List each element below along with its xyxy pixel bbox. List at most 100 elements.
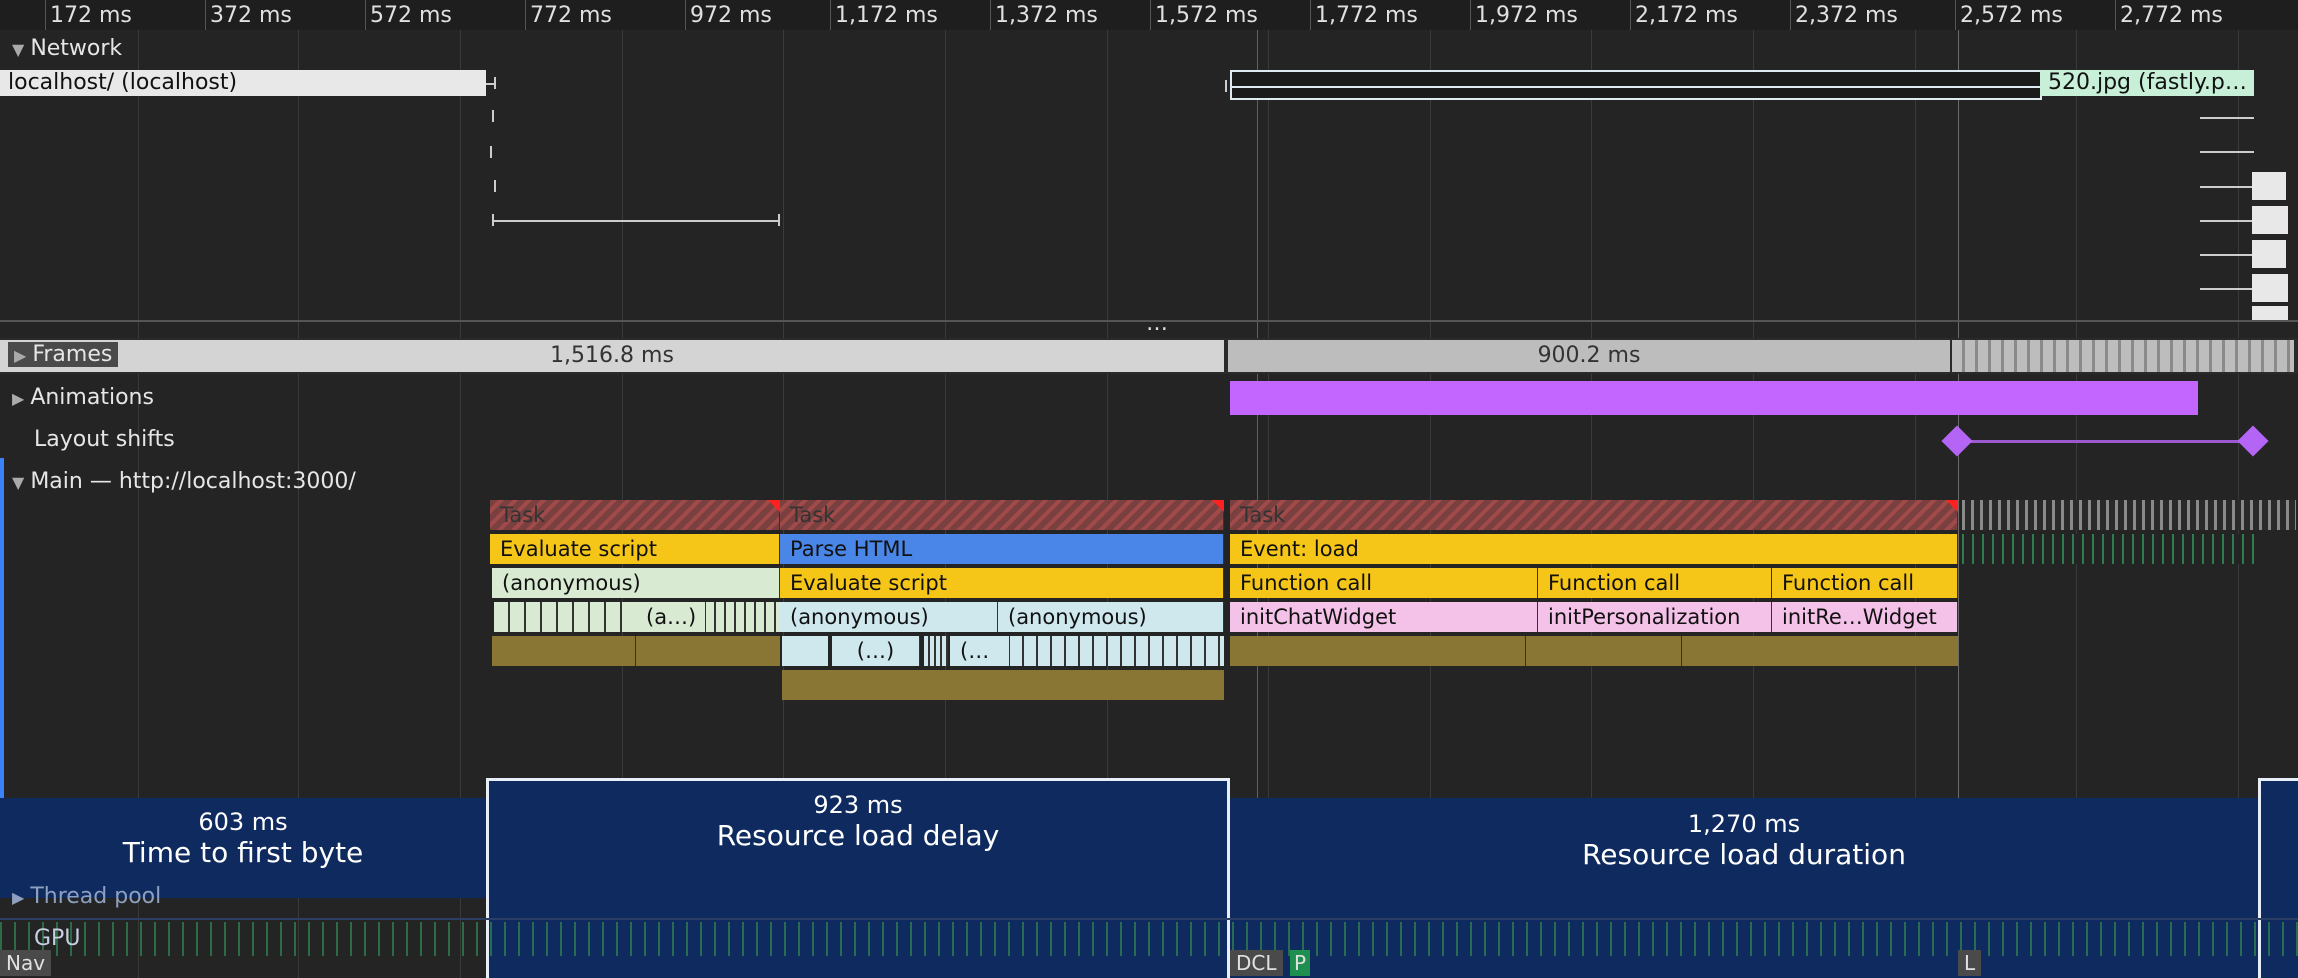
ruler-tick: 1,972 ms [1470, 0, 1578, 30]
flame-leaf[interactable] [782, 670, 1224, 700]
lcp-phase-ttfb[interactable]: 603 ms Time to first byte [0, 798, 486, 898]
network-request-small[interactable] [2252, 306, 2288, 320]
network-request-small[interactable] [2252, 172, 2286, 200]
flame-init-re-widget[interactable]: initRe…Widget [1772, 602, 1958, 632]
ruler-tick-label: 772 ms [530, 3, 612, 28]
main-track-header[interactable]: ▼ Main — http://localhost:3000/ [12, 469, 356, 494]
flame-small-calls[interactable] [706, 602, 780, 632]
flame-function-call[interactable]: Function call [1230, 568, 1538, 598]
ruler-tick: 772 ms [525, 0, 612, 30]
frames-track-header[interactable]: ▶ Frames [8, 342, 119, 367]
request-whisker [1230, 86, 2042, 88]
request-endcap [492, 214, 494, 226]
layout-shift-marker[interactable] [1941, 425, 1973, 457]
network-track-header[interactable]: ▼ Network [12, 36, 122, 61]
network-request-localhost[interactable]: localhost/ (localhost) [0, 70, 486, 96]
ruler-tick-label: 1,772 ms [1315, 3, 1418, 28]
request-whisker [2200, 151, 2254, 153]
expand-triangle-icon: ▶ [12, 389, 25, 408]
flame-init-chat-widget[interactable]: initChatWidget [1230, 602, 1538, 632]
network-request-small[interactable] [2252, 240, 2286, 268]
expand-triangle-icon: ▼ [12, 473, 25, 492]
network-request-image-queue[interactable] [1230, 70, 2042, 100]
flame-task-small[interactable] [1962, 500, 2296, 530]
request-whisker [2200, 254, 2254, 256]
layout-shift-cluster-line [1958, 440, 2254, 443]
layout-shifts-track-label[interactable]: Layout shifts [34, 427, 175, 452]
animation-bar[interactable] [1230, 381, 2198, 415]
thread-pool-track-header[interactable]: ▶ Thread pool [12, 884, 161, 909]
flame-task[interactable]: Task [1230, 500, 1958, 530]
flame-small-calls[interactable] [1010, 636, 1224, 666]
flame-leaf[interactable] [782, 636, 828, 666]
long-task-flag-icon [1946, 500, 1958, 512]
flame-event-load[interactable]: Event: load [1230, 534, 1958, 564]
ruler-tick: 2,172 ms [1630, 0, 1738, 30]
flame-anonymous[interactable]: (anonymous) [780, 602, 998, 632]
frame-bars-short[interactable] [1952, 340, 2294, 372]
ruler-tick-label: 572 ms [370, 3, 452, 28]
flame-evaluate-script[interactable]: Evaluate script [490, 534, 780, 564]
ruler-tick: 2,772 ms [2115, 0, 2223, 30]
ruler-tick: 372 ms [205, 0, 292, 30]
layout-shift-marker[interactable] [2237, 425, 2269, 457]
request-endcap [778, 214, 780, 226]
flame-evaluate-script[interactable]: Evaluate script [780, 568, 1224, 598]
flame-function-call[interactable]: Function call [1772, 568, 1958, 598]
ruler-tick-label: 1,572 ms [1155, 3, 1258, 28]
flame-leaf[interactable] [492, 636, 636, 666]
request-whisker [2200, 117, 2254, 119]
ruler-tick: 2,372 ms [1790, 0, 1898, 30]
paint-marker[interactable]: P [1290, 950, 1311, 976]
network-request-small[interactable] [2252, 274, 2288, 302]
flame-init-personalization[interactable]: initPersonalization [1538, 602, 1772, 632]
frame-bar-1[interactable]: 1,516.8 ms [0, 340, 1224, 372]
ruler-tick-label: 1,172 ms [835, 3, 938, 28]
flame-anonymous-short[interactable]: (a…) [636, 602, 706, 632]
load-marker[interactable]: L [1958, 950, 1982, 976]
ruler-tick: 1,372 ms [990, 0, 1098, 30]
resize-handle[interactable]: … [1146, 313, 1168, 335]
lcp-phase-label: Time to first byte [122, 836, 364, 869]
gpu-activity[interactable] [0, 922, 2298, 956]
time-ruler[interactable]: 172 ms 372 ms 572 ms 772 ms 972 ms 1,172… [0, 0, 2298, 30]
flame-task[interactable]: Task [780, 500, 1224, 530]
dcl-marker[interactable]: DCL [1230, 950, 1283, 976]
network-track-label: Network [30, 36, 123, 61]
ruler-tick-label: 1,972 ms [1475, 3, 1578, 28]
flame-parse-html[interactable]: Parse HTML [780, 534, 1224, 564]
expand-triangle-icon: ▼ [12, 40, 25, 59]
flame-small-calls[interactable] [924, 636, 948, 666]
flame-anonymous[interactable]: (anonymous) [998, 602, 1224, 632]
request-whisker [2200, 288, 2254, 290]
flame-paren-call[interactable]: (…) [832, 636, 920, 666]
frames-track-label: Frames [32, 342, 113, 367]
request-endcap [490, 146, 492, 158]
ruler-tick-label: 2,572 ms [1960, 3, 2063, 28]
flame-task[interactable]: Task [490, 500, 780, 530]
expand-triangle-icon: ▶ [12, 888, 25, 907]
main-track-selection-bar [0, 458, 4, 798]
frame-bar-2[interactable]: 900.2 ms [1228, 340, 1950, 372]
flame-leaf[interactable] [1682, 636, 1958, 666]
flame-paren-call[interactable]: (… [950, 636, 1010, 666]
flame-small-calls[interactable] [1962, 534, 2262, 564]
flame-function-call[interactable]: Function call [1538, 568, 1772, 598]
ruler-tick: 2,572 ms [1955, 0, 2063, 30]
flame-small-calls[interactable] [494, 602, 636, 632]
nav-marker[interactable]: Nav [0, 950, 52, 976]
flame-leaf[interactable] [636, 636, 780, 666]
flame-leaf[interactable] [1526, 636, 1682, 666]
thread-pool-track-label: Thread pool [30, 884, 162, 909]
network-request-small[interactable] [2252, 206, 2288, 234]
ruler-tick: 172 ms [45, 0, 132, 30]
flame-leaf[interactable] [1230, 636, 1526, 666]
track-divider [0, 918, 2298, 920]
flame-anonymous[interactable]: (anonymous) [492, 568, 780, 598]
gpu-track-label[interactable]: GPU [34, 926, 80, 951]
request-whisker [2200, 220, 2254, 222]
ruler-tick: 572 ms [365, 0, 452, 30]
expand-triangle-icon: ▶ [14, 346, 27, 365]
network-request-image[interactable]: 520.jpg (fastly.p… [2040, 70, 2254, 96]
animations-track-header[interactable]: ▶ Animations [12, 385, 154, 410]
